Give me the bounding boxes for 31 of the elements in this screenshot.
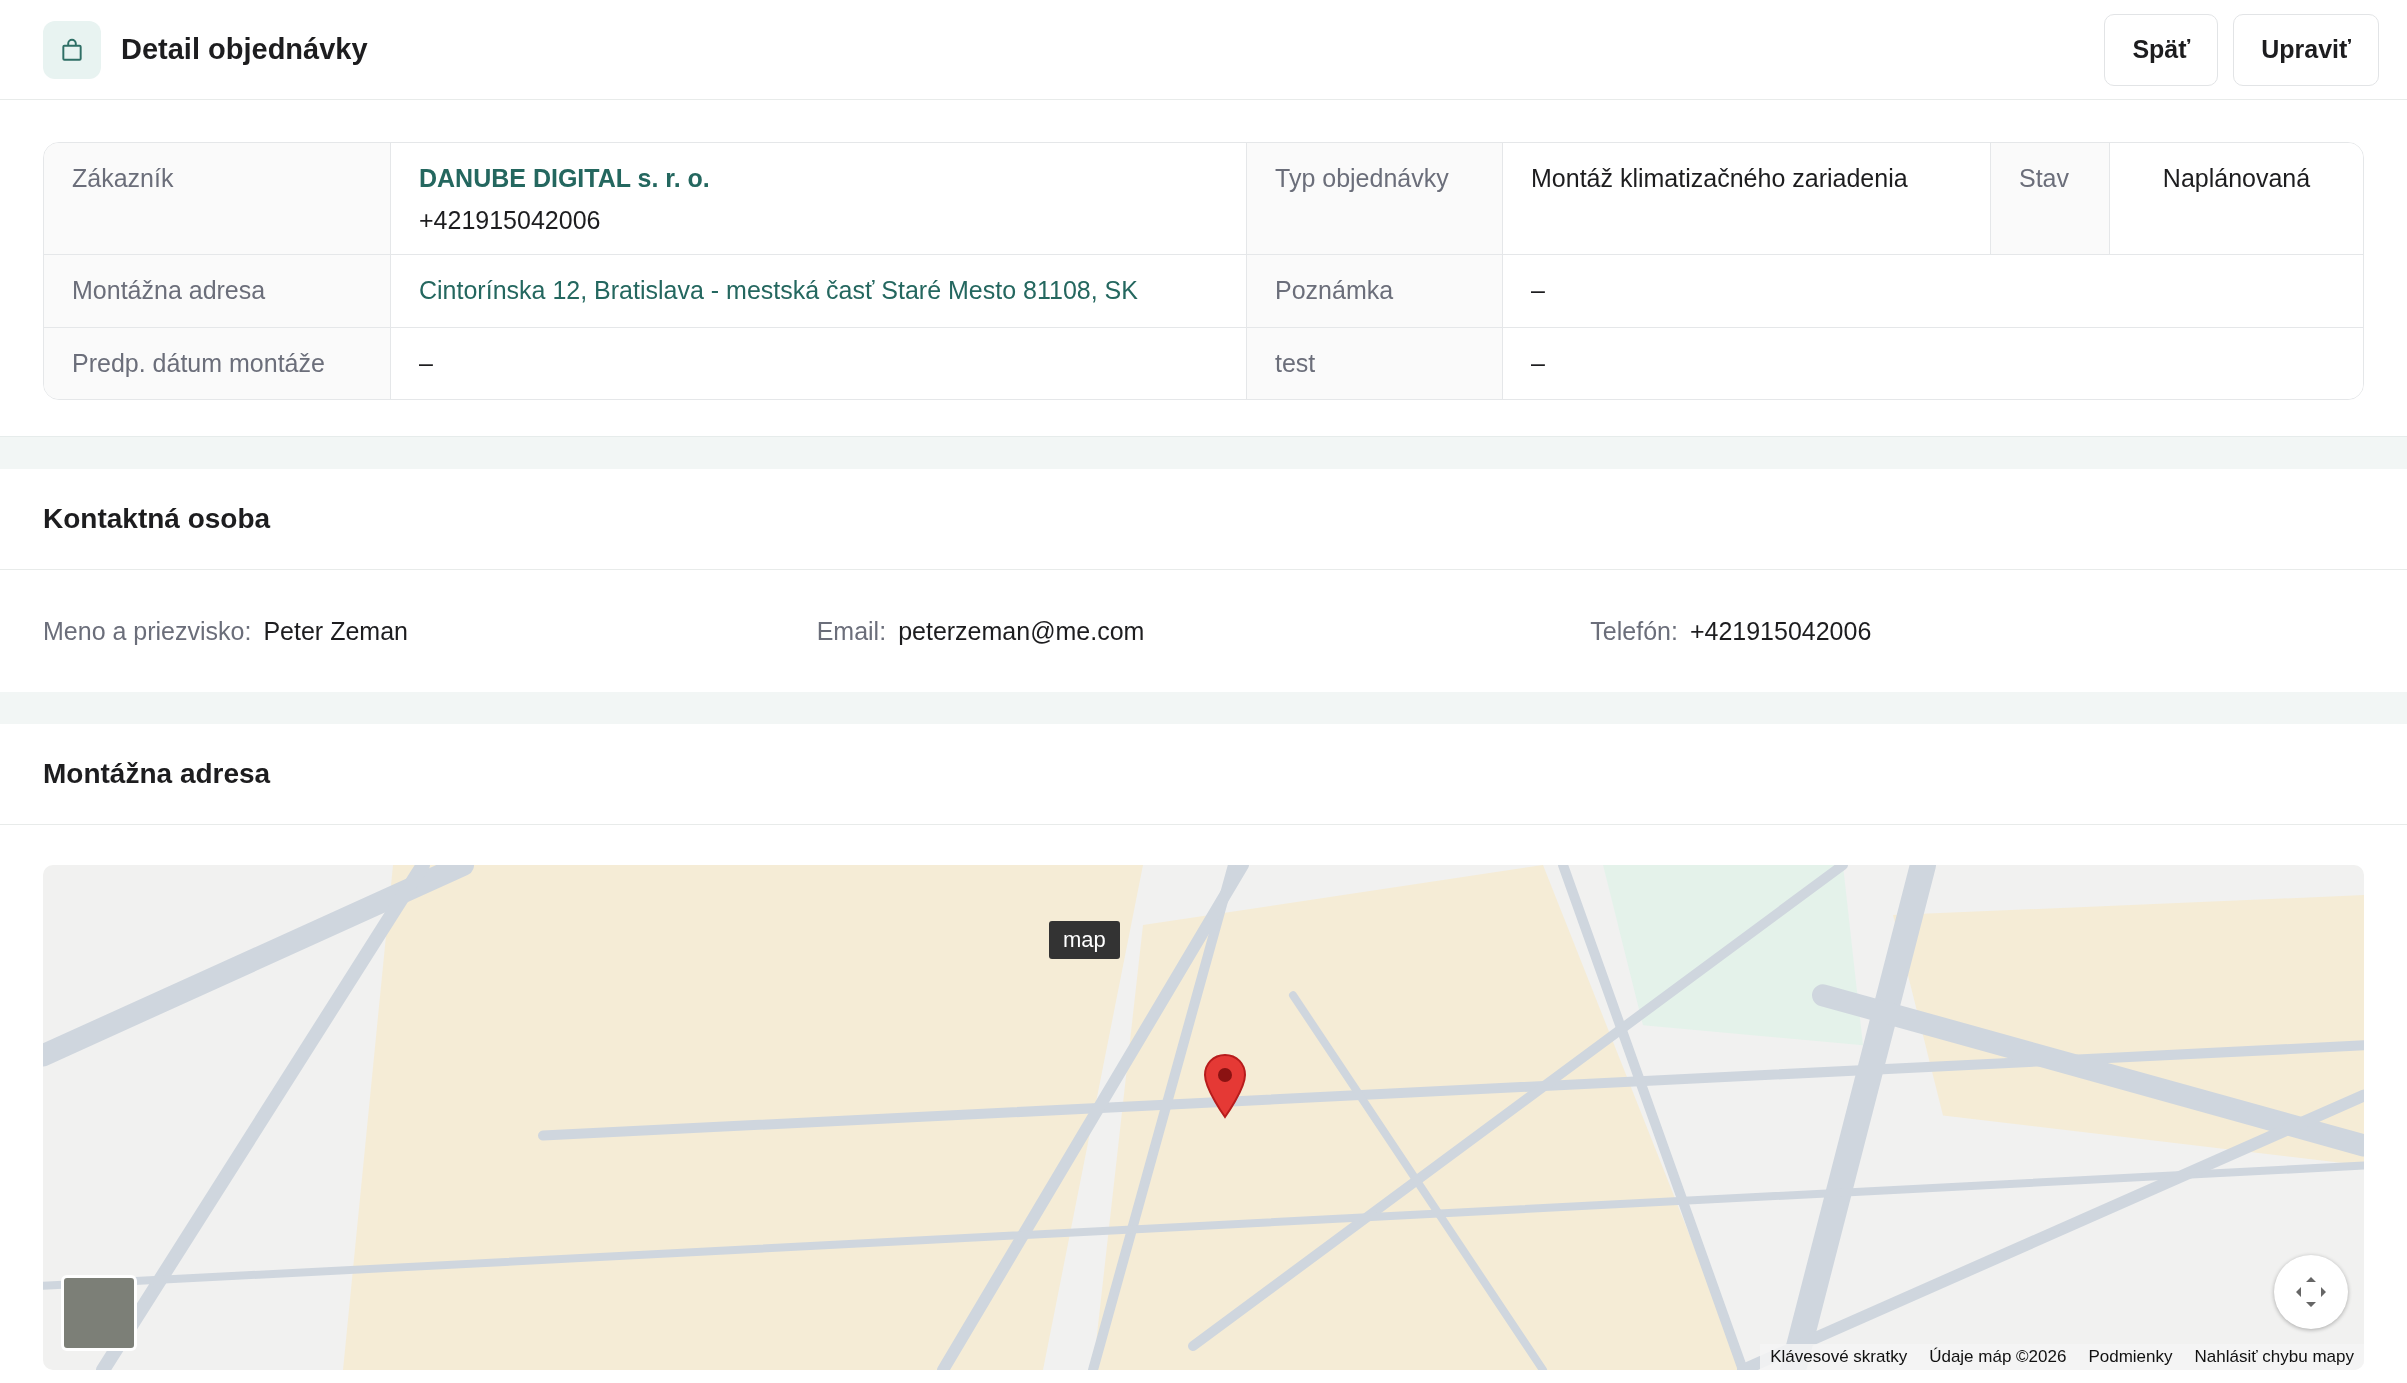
address-link[interactable]: Cintorínska 12, Bratislava - mestská časť Staré Mesto 81108, SK <box>419 276 1138 304</box>
table-cell: Naplánovaná <box>2110 143 2363 255</box>
satellite-thumbnail[interactable] <box>61 1275 137 1351</box>
table-cell: Zákazník <box>44 143 391 255</box>
section-title: Kontaktná osoba <box>43 503 271 535</box>
map-tooltip: map <box>1049 921 1120 959</box>
table-cell: Typ objednávky <box>1247 143 1503 255</box>
page-title: Detail objednávky <box>121 33 368 66</box>
map-footer-link[interactable]: Nahlásiť chybu mapy <box>2194 1347 2354 1367</box>
field-value: peterzeman@me.com <box>898 616 1145 646</box>
field-value: Peter Zeman <box>263 616 408 646</box>
table-cell: Predp. dátum montáže <box>44 327 391 399</box>
field-label: Meno a priezvisko: <box>43 616 252 646</box>
table-cell: Poznámka <box>1247 255 1503 328</box>
map-footer-link[interactable]: Klávesové skratky <box>1770 1347 1908 1367</box>
field-label: Email: <box>816 616 887 646</box>
customer-phone: +421915042006 <box>419 206 601 234</box>
table-cell: test <box>1247 327 1503 399</box>
shopping-bag-icon <box>43 20 101 79</box>
section-title: Montážna adresa <box>43 758 271 790</box>
edit-button[interactable]: Upraviť <box>2233 13 2379 86</box>
customer-link[interactable]: DANUBE DIGITAL s. r. o. <box>419 165 710 193</box>
field-label: Telefón: <box>1590 616 1678 646</box>
field-value: +421915042006 <box>1689 616 1872 646</box>
table-cell: Stav <box>1991 143 2110 255</box>
map-pin-icon <box>1201 1053 1249 1119</box>
map-footer-link[interactable]: Údaje máp ©2026 <box>1929 1347 2067 1367</box>
table-cell: Montáž klimatizačného zariadenia <box>1503 143 1991 255</box>
back-button[interactable]: Späť <box>2104 13 2219 86</box>
table-cell: Montážna adresa <box>44 255 391 328</box>
map-footer-link[interactable]: Podmienky <box>2088 1347 2173 1367</box>
